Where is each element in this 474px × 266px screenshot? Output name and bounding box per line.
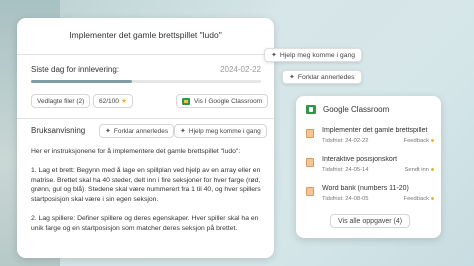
attachments-button[interactable]: Vedlagte filer (2) <box>31 94 91 108</box>
status-dot <box>431 167 434 171</box>
instructions-heading: Bruksanvisning <box>31 126 86 135</box>
floating-help-label: Hjelp meg komme i gang <box>279 51 356 59</box>
status-dot <box>431 138 434 142</box>
assignment-icon <box>306 129 314 138</box>
sparkle-icon: ✦ <box>289 74 295 81</box>
status-dot <box>431 196 434 200</box>
task-deadline: Tidsfrist: 24-08-05 <box>322 196 369 202</box>
task-title: Implementer det gamle brettspillet <box>322 127 428 134</box>
instructions-intro: Her er instruksjonene for å implementere… <box>31 148 241 155</box>
google-classroom-card: Google Classroom Implementer det gamle b… <box>296 96 441 238</box>
progress-fill <box>31 80 133 83</box>
classroom-button-label: Vis I Google Classroom <box>194 97 263 105</box>
divider <box>17 54 274 55</box>
explain-differently-button[interactable]: ✦ Forklar annerledes <box>99 124 175 138</box>
star-icon: ★ <box>120 98 128 105</box>
task-status: Feedback <box>404 196 434 202</box>
task-status: Feedback <box>404 138 434 144</box>
help-get-started-button[interactable]: ✦ Hjelp meg komme i gang <box>174 124 267 138</box>
floating-explain-label: Forklar annerledes <box>297 73 355 81</box>
task-deadline: Tidsfrist: 24-05-14 <box>322 167 369 173</box>
sparkle-icon: ✦ <box>105 128 111 135</box>
explain-label: Forklar annerledes <box>113 127 169 135</box>
task-item[interactable]: Interaktive posisjonskort Tidsfrist: 24-… <box>306 156 434 178</box>
floating-help-button[interactable]: ✦ Hjelp meg komme i gang <box>264 48 363 62</box>
task-item[interactable]: Word bank (numbers 11-20) Tidsfrist: 24-… <box>306 185 434 207</box>
assignment-card: Implementer det gamle brettspillet "ludo… <box>17 18 274 258</box>
see-all-tasks-button[interactable]: Vis alle oppgaver (4) <box>330 214 411 228</box>
task-status: Sendt inn <box>405 167 434 173</box>
view-in-classroom-button[interactable]: Vis I Google Classroom <box>176 94 269 108</box>
score-label: 62/100 <box>99 97 119 105</box>
google-classroom-icon <box>182 97 190 105</box>
classroom-header-label: Google Classroom <box>323 105 390 114</box>
help-label: Hjelp meg komme i gang <box>188 127 261 135</box>
task-deadline: Tidsfrist: 24-02-22 <box>322 138 369 144</box>
scroll-fade <box>17 236 274 258</box>
divider <box>17 118 274 119</box>
deadline-progress-bar <box>31 80 261 83</box>
task-title: Interaktive posisjonskort <box>322 156 398 163</box>
score-badge: 62/100 ★ <box>93 94 134 108</box>
sparkle-icon: ✦ <box>271 52 277 59</box>
assignment-icon <box>306 158 314 167</box>
classroom-header: Google Classroom <box>306 105 389 114</box>
assignment-icon <box>306 187 314 196</box>
task-title: Word bank (numbers 11-20) <box>322 185 409 192</box>
instructions-step-1: 1. Lag et brett: Begynn med å lage en sp… <box>31 167 261 203</box>
attachments-label: Vedlagte filer (2) <box>37 97 85 105</box>
google-classroom-icon <box>306 105 316 114</box>
floating-explain-button[interactable]: ✦ Forklar annerledes <box>282 70 362 84</box>
due-label: Siste dag for innlevering: <box>31 65 120 74</box>
task-item[interactable]: Implementer det gamle brettspillet Tidsf… <box>306 127 434 149</box>
instructions-step-2: 2. Lag spillere: Definer spillere og der… <box>31 215 259 232</box>
sparkle-icon: ✦ <box>180 128 186 135</box>
assignment-title: Implementer det gamle brettspillet "ludo… <box>69 30 222 40</box>
due-date: 2024-02-22 <box>220 65 261 74</box>
